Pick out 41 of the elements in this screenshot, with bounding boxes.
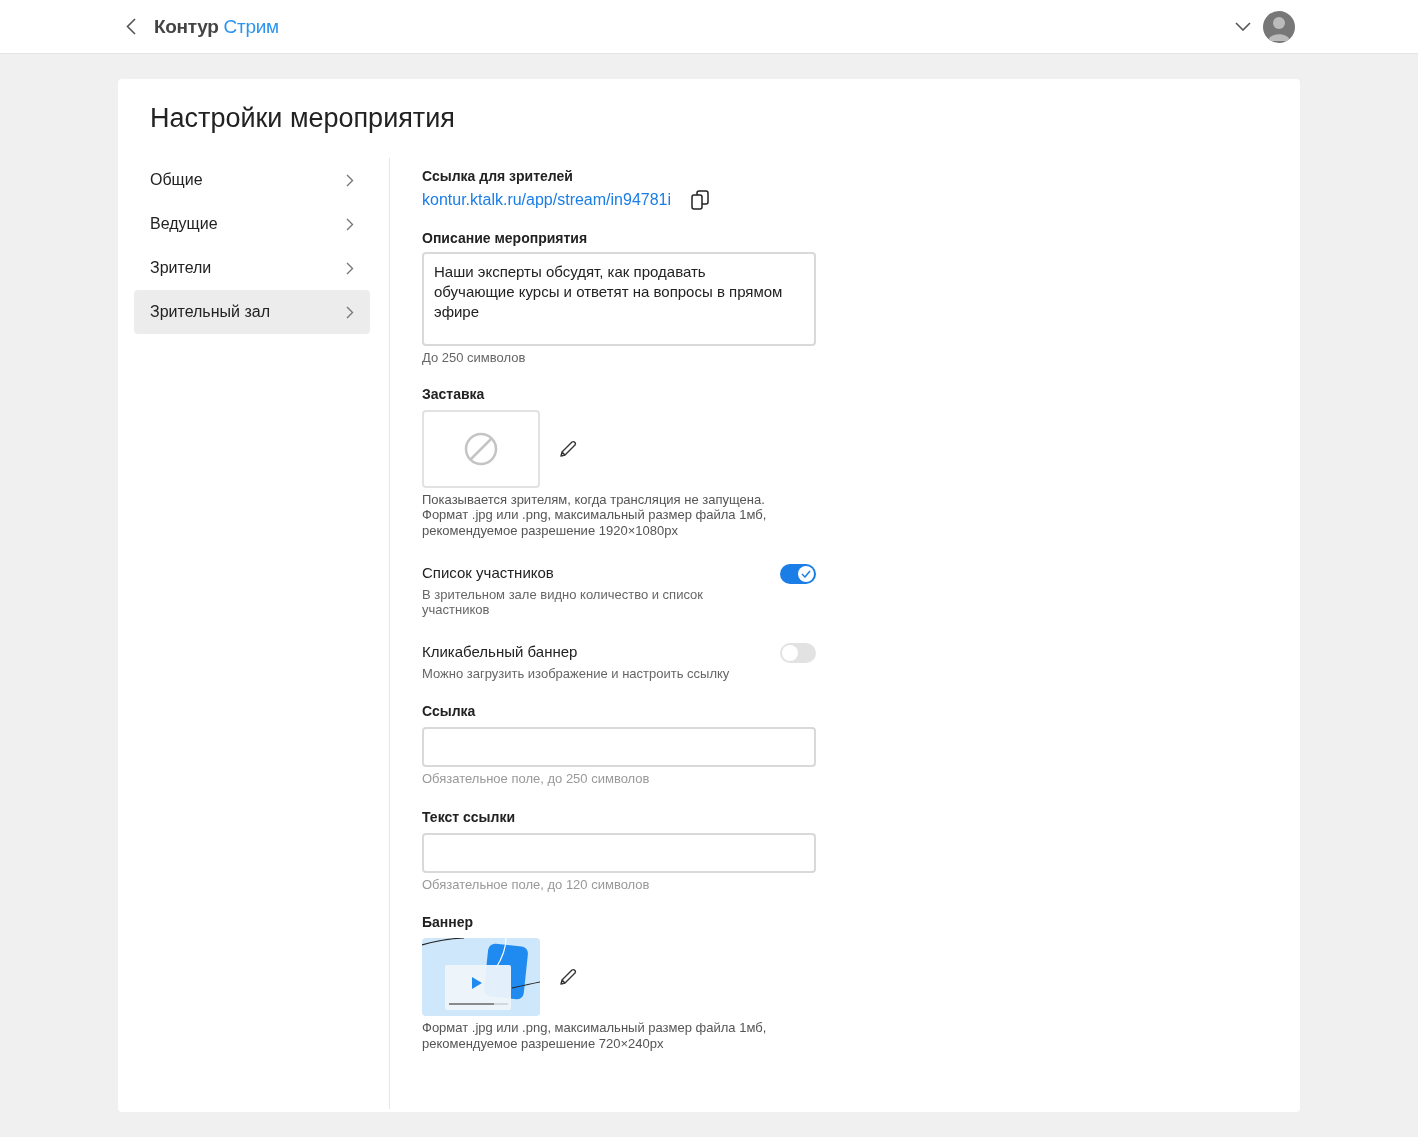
sidebar-item[interactable]: Зрители <box>134 246 370 290</box>
description-field[interactable]: Наши эксперты обсудят, как продавать обучающие курсы и ответят на вопросы в прямом эфире <box>422 252 816 346</box>
banner-drawing[interactable] <box>422 938 540 1016</box>
setting-description: Можно загрузить изображение и настроить ссылку <box>422 666 731 681</box>
setting-description: В зрительном зале видно количество и список участников <box>422 587 704 617</box>
pencil-icon[interactable] <box>558 967 578 987</box>
chevron-right-icon <box>346 217 354 231</box>
field-label: Баннер <box>422 914 475 930</box>
field-hint: Формат .jpg или .png, максимальный размер файла 1мб, рекомендуемое разрешение 720×240px <box>422 1020 768 1051</box>
input-field[interactable] <box>422 832 816 873</box>
sidebar-item[interactable]: Ведущие <box>134 202 370 246</box>
field-label: Ссылка <box>422 703 477 719</box>
field-hint: До 250 символов <box>422 350 527 366</box>
brand-name: Контур <box>154 15 219 38</box>
setting-title: Кликабельный баннер <box>422 643 579 660</box>
field-label: Описание мероприятия <box>422 230 589 246</box>
brand-product: Стрим <box>223 15 279 38</box>
chevron-right-icon <box>346 173 354 187</box>
check-icon <box>801 570 811 578</box>
copy-icon[interactable] <box>691 190 710 210</box>
field-hint: Обязательное поле, до 250 символов <box>422 771 651 787</box>
back-icon[interactable] <box>126 18 136 35</box>
pencil-icon[interactable] <box>558 438 578 459</box>
chevron-right-icon <box>346 305 354 319</box>
sidebar-item[interactable]: Зрительный зал <box>134 290 370 334</box>
field-label: Текст ссылки <box>422 808 517 825</box>
avatar[interactable] <box>1263 10 1295 43</box>
no-image-icon <box>464 431 498 466</box>
toggle-switch[interactable] <box>780 564 816 584</box>
toggle-switch[interactable] <box>780 643 816 663</box>
page-title: Настройки мероприятия <box>150 103 456 134</box>
field-label: Заставка <box>422 385 486 402</box>
setting-title: Список участников <box>422 564 555 581</box>
chevron-right-icon <box>346 261 354 275</box>
viewer-link[interactable]: kontur.ktalk.ru/app/stream/in94781i <box>422 191 672 209</box>
chevron-down-icon[interactable] <box>1235 22 1251 31</box>
field-label: Ссылка для зрителей <box>422 168 574 184</box>
sidebar-item[interactable]: Общие <box>134 158 370 202</box>
field-hint: Показывается зрителям, когда трансляция не запущена. Формат .jpg или .png, максимальный размер файла 1мб, рекомендуемое разрешение 1920×1080px <box>422 491 768 538</box>
input-field[interactable] <box>422 727 816 767</box>
field-hint: Обязательное поле, до 120 символов <box>422 876 651 892</box>
